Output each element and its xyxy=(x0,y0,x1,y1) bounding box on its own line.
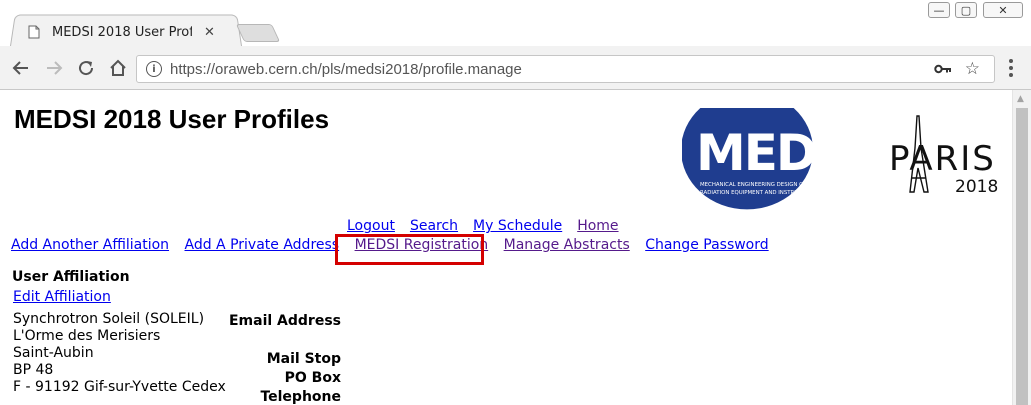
address-line: L'Orme des Merisiers xyxy=(13,328,161,344)
po-box-label: PO Box xyxy=(284,370,341,386)
reload-icon xyxy=(79,61,94,76)
address-line: Saint-Aubin xyxy=(13,345,94,361)
medsi-paris-logo: MEDSI MECHANICAL ENGINEERING DESIGN OF S… xyxy=(682,108,998,210)
my-schedule-link[interactable]: My Schedule xyxy=(473,218,562,234)
key-icon[interactable] xyxy=(934,60,952,79)
home-icon xyxy=(110,59,126,76)
home-button[interactable] xyxy=(106,56,130,80)
address-line: BP 48 xyxy=(13,362,54,378)
tab-title: MEDSI 2018 User Profiles xyxy=(52,24,192,40)
address-bar[interactable]: i https://oraweb.cern.ch/pls/medsi2018/p… xyxy=(136,55,995,83)
email-address-label: Email Address xyxy=(228,313,341,329)
scrollbar-thumb[interactable] xyxy=(1016,108,1028,405)
home-link[interactable]: Home xyxy=(577,218,618,234)
logo-year: 2018 xyxy=(955,177,998,197)
add-private-address-link[interactable]: Add A Private Address xyxy=(185,237,340,253)
edit-affiliation-link[interactable]: Edit Affiliation xyxy=(13,289,111,305)
close-icon: ✕ xyxy=(983,2,1023,18)
minimize-icon: — xyxy=(928,2,950,18)
tab-strip: MEDSI 2018 User Profiles ✕ — ▢ ✕ xyxy=(0,0,1031,46)
page-content: MEDSI 2018 User Profiles MEDSI MECHANICA… xyxy=(0,90,1012,405)
arrow-left-icon xyxy=(12,61,28,75)
page-icon xyxy=(28,25,40,39)
scroll-up-arrow-icon[interactable]: ▲ xyxy=(1017,94,1024,104)
key-icon-graphic xyxy=(934,64,951,73)
info-icon[interactable]: i xyxy=(146,61,162,77)
reload-button[interactable] xyxy=(74,56,98,80)
maximize-icon: ▢ xyxy=(955,2,977,18)
browser-tab-content[interactable]: MEDSI 2018 User Profiles ✕ xyxy=(22,20,232,44)
close-window-button[interactable]: ✕ xyxy=(983,0,1023,20)
address-line: Synchrotron Soleil (SOLEIL) xyxy=(13,311,205,327)
affiliation-heading: User Affiliation xyxy=(12,269,130,285)
new-tab-button[interactable] xyxy=(235,24,281,42)
address-line: F - 91192 Gif-sur-Yvette Cedex xyxy=(13,379,226,395)
vertical-scrollbar[interactable]: ▲ xyxy=(1012,90,1031,405)
url-text[interactable]: https://oraweb.cern.ch/pls/medsi2018/pro… xyxy=(170,61,522,78)
arrow-right-icon xyxy=(47,61,63,75)
back-button[interactable] xyxy=(9,56,33,80)
forward-button[interactable] xyxy=(42,56,66,80)
logo-main-text: MEDSI xyxy=(696,124,866,182)
affiliation-address: Synchrotron Soleil (SOLEIL) L'Orme des M… xyxy=(13,311,226,396)
logout-link[interactable]: Logout xyxy=(347,218,395,234)
browser-chrome: MEDSI 2018 User Profiles ✕ — ▢ ✕ i https… xyxy=(0,0,1031,90)
minimize-button[interactable]: — xyxy=(928,0,950,20)
nav-row-top: Logout Search My Schedule Home xyxy=(347,218,619,234)
logo-subtitle-line1: MECHANICAL ENGINEERING DESIGN OF SYNCHRO… xyxy=(700,182,850,188)
telephone-label: Telephone xyxy=(260,389,341,405)
maximize-button[interactable]: ▢ xyxy=(955,0,977,20)
logo-city: PARIS xyxy=(889,139,996,179)
page-title: MEDSI 2018 User Profiles xyxy=(14,104,330,134)
tab-close-icon[interactable]: ✕ xyxy=(204,25,215,40)
logo-subtitle-line2: RADIATION EQUIPMENT AND INSTRUMENTATION xyxy=(700,190,830,196)
registration-highlight-box xyxy=(335,234,484,265)
manage-abstracts-link[interactable]: Manage Abstracts xyxy=(504,237,630,253)
kebab-menu-icon[interactable] xyxy=(1003,56,1019,80)
search-link[interactable]: Search xyxy=(410,218,458,234)
mail-stop-label: Mail Stop xyxy=(266,351,341,367)
change-password-link[interactable]: Change Password xyxy=(645,237,768,253)
star-icon[interactable]: ☆ xyxy=(965,59,980,79)
add-affiliation-link[interactable]: Add Another Affiliation xyxy=(11,237,169,253)
